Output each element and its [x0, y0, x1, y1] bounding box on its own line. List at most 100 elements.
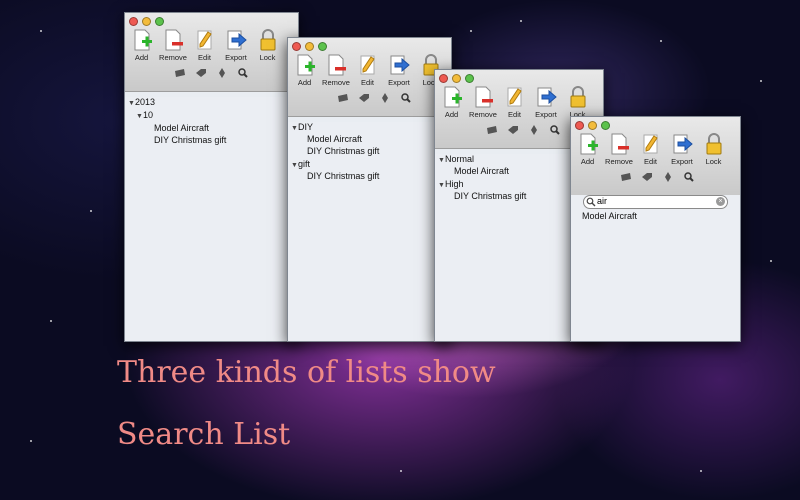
disclosure-triangle-icon[interactable]: ▼ — [438, 157, 445, 164]
disclosure-triangle-icon[interactable]: ▼ — [291, 162, 298, 169]
disclosure-triangle-icon[interactable]: ▼ — [128, 100, 135, 107]
search-input[interactable]: air × — [583, 195, 728, 209]
caption-line-2: Search List — [117, 417, 291, 452]
tag-icon — [359, 94, 369, 102]
remove-label: Remove — [469, 110, 497, 119]
calendar-icon — [175, 69, 185, 77]
minimize-window-button[interactable] — [452, 74, 461, 83]
close-window-button[interactable] — [439, 74, 448, 83]
view-search-button[interactable] — [399, 92, 413, 104]
search-list: air × Model Aircraft — [571, 195, 740, 341]
add-button[interactable]: Add — [438, 85, 465, 119]
add-button[interactable]: Add — [574, 132, 601, 166]
zoom-window-button[interactable] — [155, 17, 164, 26]
star — [520, 20, 522, 22]
window-controls — [129, 17, 164, 26]
list-item[interactable]: DIY Christmas gift — [454, 191, 526, 201]
export-arrow-icon — [537, 87, 557, 107]
remove-note-icon — [611, 133, 629, 155]
pencil-icon — [643, 134, 658, 154]
list-group-year[interactable]: ▼2013 — [128, 97, 155, 107]
view-tag-button[interactable] — [194, 67, 208, 79]
lock-button[interactable]: Lock — [564, 85, 591, 119]
lock-label: Lock — [705, 157, 722, 166]
view-tag-button[interactable] — [506, 124, 520, 136]
disclosure-triangle-icon[interactable]: ▼ — [291, 125, 298, 132]
list-group-diy[interactable]: ▼DIY — [291, 122, 313, 132]
edit-button[interactable]: Edit — [501, 85, 528, 119]
export-button[interactable]: Export — [220, 28, 252, 62]
list-item-label: Model Aircraft — [454, 166, 510, 176]
view-calendar-button[interactable] — [173, 67, 187, 79]
calendar-icon — [338, 94, 348, 102]
export-button[interactable]: Export — [530, 85, 562, 119]
list-item[interactable]: Model Aircraft — [454, 166, 509, 176]
add-label: Add — [444, 110, 459, 119]
list-item-label: DIY — [298, 122, 314, 132]
list-group-month[interactable]: ▼10 — [136, 110, 153, 120]
view-tag-button[interactable] — [357, 92, 371, 104]
list-item[interactable]: DIY Christmas gift — [307, 171, 379, 181]
close-window-button[interactable] — [292, 42, 301, 51]
view-tag-button[interactable] — [640, 171, 654, 183]
edit-button[interactable]: Edit — [354, 53, 381, 87]
add-button[interactable]: Add — [291, 53, 318, 87]
minimize-window-button[interactable] — [588, 121, 597, 130]
view-search-button[interactable] — [548, 124, 562, 136]
view-priority-button[interactable] — [527, 124, 541, 136]
tag-icon — [642, 173, 652, 181]
view-search-button[interactable] — [236, 67, 250, 79]
export-button[interactable]: Export — [666, 132, 698, 166]
remove-button[interactable]: Remove — [603, 132, 635, 166]
remove-button[interactable]: Remove — [320, 53, 352, 87]
list-group-gift[interactable]: ▼gift — [291, 159, 310, 169]
view-priority-button[interactable] — [215, 67, 229, 79]
star — [660, 40, 662, 42]
remove-button[interactable]: Remove — [467, 85, 499, 119]
zoom-window-button[interactable] — [318, 42, 327, 51]
view-calendar-button[interactable] — [619, 171, 633, 183]
edit-button[interactable]: Edit — [637, 132, 664, 166]
close-window-button[interactable] — [575, 121, 584, 130]
minimize-window-button[interactable] — [305, 42, 314, 51]
edit-label: Edit — [361, 78, 374, 87]
export-button[interactable]: Export — [383, 53, 415, 87]
list-item[interactable]: DIY Christmas gift — [154, 135, 226, 145]
view-calendar-button[interactable] — [485, 124, 499, 136]
disclosure-triangle-icon[interactable]: ▼ — [438, 182, 445, 189]
list-item[interactable]: Model Aircraft — [307, 134, 362, 144]
lock-button[interactable]: Lock — [700, 132, 727, 166]
lock-button[interactable]: Lock — [254, 28, 281, 62]
export-arrow-icon — [673, 134, 693, 154]
remove-button[interactable]: Remove — [157, 28, 189, 62]
search-result-item[interactable]: Model Aircraft — [582, 211, 637, 221]
lock-icon — [570, 86, 585, 108]
star — [700, 470, 702, 472]
add-button[interactable]: Add — [128, 28, 155, 62]
list-group-high[interactable]: ▼High — [438, 179, 464, 189]
disclosure-triangle-icon[interactable]: ▼ — [136, 113, 143, 120]
edit-button[interactable]: Edit — [191, 28, 218, 62]
remove-label: Remove — [605, 157, 633, 166]
list-item-label: Normal — [445, 154, 475, 164]
view-search-button[interactable] — [682, 171, 696, 183]
minimize-window-button[interactable] — [142, 17, 151, 26]
list-item-label: Model Aircraft — [154, 123, 210, 133]
view-priority-button[interactable] — [661, 171, 675, 183]
list-group-normal[interactable]: ▼Normal — [438, 154, 474, 164]
list-item[interactable]: DIY Christmas gift — [307, 146, 379, 156]
remove-label: Remove — [322, 78, 350, 87]
clear-search-icon[interactable]: × — [716, 197, 725, 206]
window-category-list: Add Remove Edit Export Lock ▼DIY Model A… — [287, 37, 452, 342]
view-priority-button[interactable] — [378, 92, 392, 104]
close-window-button[interactable] — [129, 17, 138, 26]
list-item[interactable]: Model Aircraft — [154, 123, 209, 133]
add-note-icon — [134, 29, 152, 51]
lock-label: Lock — [259, 53, 276, 62]
zoom-window-button[interactable] — [601, 121, 610, 130]
export-label: Export — [535, 110, 557, 119]
tag-icon — [196, 69, 206, 77]
add-note-icon — [444, 86, 462, 108]
zoom-window-button[interactable] — [465, 74, 474, 83]
view-calendar-button[interactable] — [336, 92, 350, 104]
